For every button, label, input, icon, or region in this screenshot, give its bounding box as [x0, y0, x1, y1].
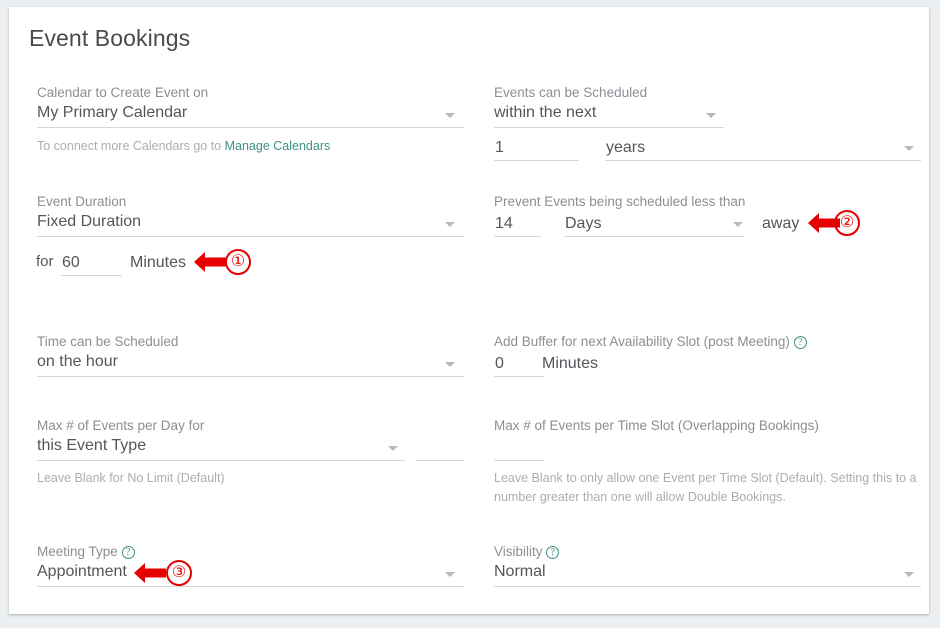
time-scheduled-underline [37, 376, 464, 377]
chevron-down-icon-meeting-type[interactable] [445, 572, 455, 577]
event-duration-underline [37, 236, 464, 237]
chevron-down-icon-calendar[interactable] [445, 113, 455, 118]
schedule-unit-underline [605, 160, 921, 161]
field-visibility: Visibility ? Normal [494, 544, 560, 583]
schedule-window-label: Events can be Scheduled [494, 85, 648, 100]
manage-calendars-link[interactable]: Manage Calendars [225, 139, 331, 153]
field-prevent-events: Prevent Events being scheduled less than [494, 194, 745, 210]
visibility-label-text: Visibility [494, 544, 543, 559]
prevent-events-unit-underline [564, 236, 744, 237]
annotation-number-2: ② [834, 210, 860, 236]
calendar-label: Calendar to Create Event on [37, 85, 209, 100]
time-scheduled-value[interactable]: on the hour [37, 351, 178, 373]
chevron-down-icon-schedule-unit[interactable] [904, 146, 914, 151]
buffer-value[interactable]: 0 [495, 353, 504, 375]
help-circle-icon-visibility[interactable]: ? [546, 546, 560, 559]
field-event-duration: Event Duration Fixed Duration [37, 194, 141, 233]
field-time-can-be-scheduled: Time can be Scheduled on the hour [37, 334, 178, 373]
schedule-amount-value[interactable]: 1 [495, 137, 504, 159]
max-per-slot-hint: Leave Blank to only allow one Event per … [494, 471, 917, 504]
max-per-slot-underline [494, 460, 544, 461]
meeting-type-value[interactable]: Appointment [37, 561, 135, 583]
annotation-number-1: ① [225, 249, 251, 275]
schedule-mode-underline [494, 127, 724, 128]
duration-minutes-underline [61, 275, 122, 276]
field-events-can-be-scheduled: Events can be Scheduled within the next [494, 85, 647, 124]
max-per-day-label: Max # of Events per Day for [37, 418, 205, 433]
max-per-day-hint: Leave Blank for No Limit (Default) [37, 471, 225, 485]
calendar-hint-text: To connect more Calendars go to [37, 139, 225, 153]
page-title: Event Bookings [29, 25, 191, 51]
prevent-events-amount-underline [494, 236, 541, 237]
chevron-down-icon-time-scheduled[interactable] [445, 362, 455, 367]
max-per-day-underline [37, 460, 405, 461]
meeting-type-label-text: Meeting Type [37, 544, 118, 559]
prevent-events-unit[interactable]: Days [565, 213, 601, 235]
calendar-underline [37, 127, 464, 128]
schedule-unit-value[interactable]: years [606, 137, 645, 159]
schedule-window-mode[interactable]: within the next [494, 102, 647, 124]
visibility-underline [494, 586, 921, 587]
chevron-down-icon-schedule-mode[interactable] [706, 113, 716, 118]
event-bookings-card: Event Bookings Calendar to Create Event … [9, 7, 929, 614]
calendar-value[interactable]: My Primary Calendar [37, 102, 208, 124]
max-per-slot-label: Max # of Events per Time Slot (Overlappi… [494, 418, 819, 433]
annotation-number-3: ③ [166, 560, 192, 586]
prevent-events-suffix: away [762, 215, 800, 232]
prevent-events-label: Prevent Events being scheduled less than [494, 194, 746, 209]
field-meeting-type: Meeting Type ? Appointment [37, 544, 135, 583]
field-add-buffer: Add Buffer for next Availability Slot (p… [494, 334, 807, 350]
buffer-label-text: Add Buffer for next Availability Slot (p… [494, 334, 790, 349]
schedule-amount-underline [494, 160, 579, 161]
event-duration-label: Event Duration [37, 194, 127, 209]
help-circle-icon-buffer[interactable]: ? [793, 336, 807, 349]
max-per-day-value[interactable]: this Event Type [37, 435, 204, 457]
chevron-down-icon-event-duration[interactable] [445, 222, 455, 227]
duration-minutes-unit: Minutes [130, 254, 187, 271]
duration-minutes-input[interactable]: 60 [62, 252, 80, 274]
buffer-unit: Minutes [542, 355, 599, 372]
chevron-down-icon-visibility[interactable] [904, 572, 914, 577]
chevron-down-icon-prevent-unit[interactable] [733, 222, 743, 227]
left-arrow-icon-3 [134, 563, 166, 583]
time-scheduled-label: Time can be Scheduled [37, 334, 179, 349]
left-arrow-icon-1 [194, 252, 226, 272]
prevent-events-amount[interactable]: 14 [495, 213, 513, 235]
event-duration-value[interactable]: Fixed Duration [37, 211, 141, 233]
visibility-label: Visibility ? [494, 544, 560, 560]
max-per-day-count-underline [416, 460, 464, 461]
meeting-type-label: Meeting Type ? [37, 544, 135, 560]
buffer-label: Add Buffer for next Availability Slot (p… [494, 334, 807, 350]
calendar-hint: To connect more Calendars go to Manage C… [37, 137, 330, 156]
field-max-events-per-day: Max # of Events per Day for this Event T… [37, 418, 204, 457]
chevron-down-icon-max-per-day[interactable] [388, 446, 398, 451]
visibility-value[interactable]: Normal [494, 561, 559, 583]
duration-for-label: for [36, 253, 54, 270]
buffer-underline [494, 376, 544, 377]
field-calendar-to-create-event-on: Calendar to Create Event on My Primary C… [37, 85, 208, 124]
field-max-events-per-slot: Max # of Events per Time Slot (Overlappi… [494, 418, 819, 434]
meeting-type-underline [37, 586, 464, 587]
help-circle-icon-meeting-type[interactable]: ? [121, 546, 135, 559]
